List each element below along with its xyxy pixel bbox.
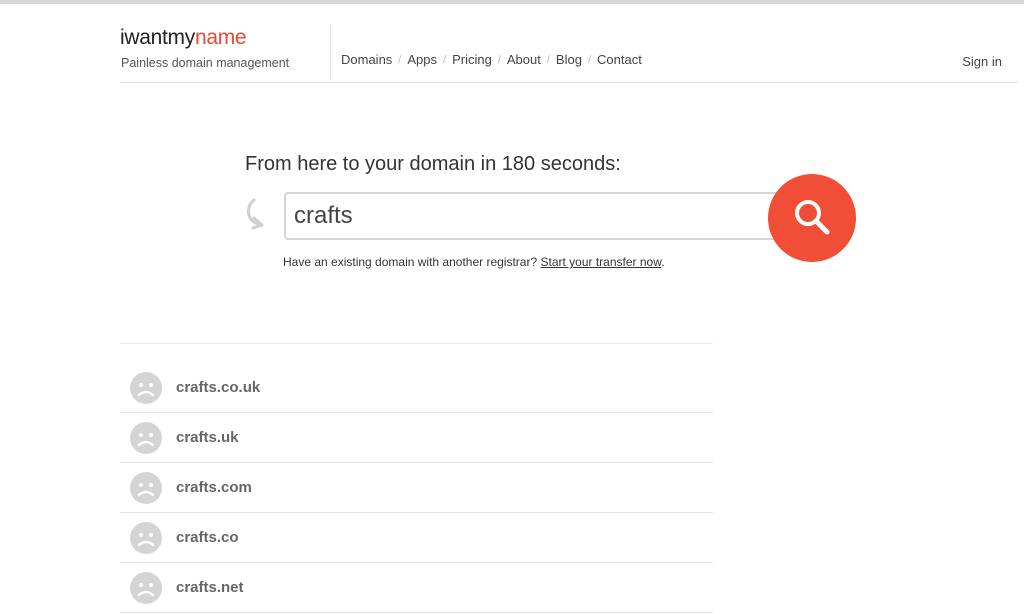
start-transfer-link[interactable]: Start your transfer now xyxy=(540,255,661,269)
sad-face-icon xyxy=(130,522,162,554)
domain-results-list: crafts.co.uk crafts.uk crafts.com crafts… xyxy=(120,343,713,613)
nav-pricing[interactable]: Pricing xyxy=(452,52,492,67)
logo-text-my: my xyxy=(167,26,196,49)
nav-contact[interactable]: Contact xyxy=(597,52,642,67)
nav-blog[interactable]: Blog xyxy=(556,52,582,67)
logo[interactable]: iwantmyname xyxy=(120,26,247,50)
sad-face-icon xyxy=(130,472,162,504)
tagline: Painless domain management xyxy=(121,56,290,70)
transfer-prompt: Have an existing domain with another reg… xyxy=(283,255,665,269)
domain-result-row[interactable]: crafts.net xyxy=(120,563,713,613)
domain-name: crafts.co xyxy=(176,529,239,546)
nav-separator: / xyxy=(497,53,501,66)
nav-separator: / xyxy=(398,53,402,66)
transfer-suffix: . xyxy=(661,255,665,269)
domain-name: crafts.uk xyxy=(176,429,239,446)
hero-headline: From here to your domain in 180 seconds: xyxy=(245,153,621,175)
sad-face-icon xyxy=(130,572,162,604)
nav-domains[interactable]: Domains xyxy=(341,52,392,67)
curved-arrow-icon xyxy=(240,196,272,232)
site-header: iwantmyname Painless domain management D… xyxy=(120,22,1018,83)
domain-result-row[interactable]: crafts.co.uk xyxy=(120,363,713,413)
logo-text-name: name xyxy=(194,26,247,49)
nav-separator: / xyxy=(443,53,447,66)
nav-apps[interactable]: Apps xyxy=(407,52,437,67)
search-icon xyxy=(790,195,834,242)
sad-face-icon xyxy=(130,422,162,454)
main-nav: Domains / Apps / Pricing / About / Blog … xyxy=(341,52,642,67)
transfer-text: Have an existing domain with another reg… xyxy=(283,255,538,269)
top-border xyxy=(0,0,1024,4)
domain-result-row[interactable]: crafts.com xyxy=(120,463,713,513)
domain-result-row[interactable]: crafts.uk xyxy=(120,413,713,463)
domain-search-input[interactable] xyxy=(294,198,764,234)
search-button[interactable] xyxy=(768,174,856,262)
nav-separator: / xyxy=(587,53,592,66)
logo-text-iwant: iwant xyxy=(120,26,168,49)
nav-separator: / xyxy=(546,53,550,66)
sad-face-icon xyxy=(130,372,162,404)
domain-result-row[interactable]: crafts.co xyxy=(120,513,713,563)
domain-name: crafts.co.uk xyxy=(176,379,261,396)
domain-name: crafts.net xyxy=(176,579,244,596)
header-divider xyxy=(330,24,331,80)
domain-name: crafts.com xyxy=(176,479,252,496)
sign-in-link[interactable]: Sign in xyxy=(962,54,1002,69)
domain-search-box xyxy=(284,192,789,240)
nav-about[interactable]: About xyxy=(507,52,541,67)
